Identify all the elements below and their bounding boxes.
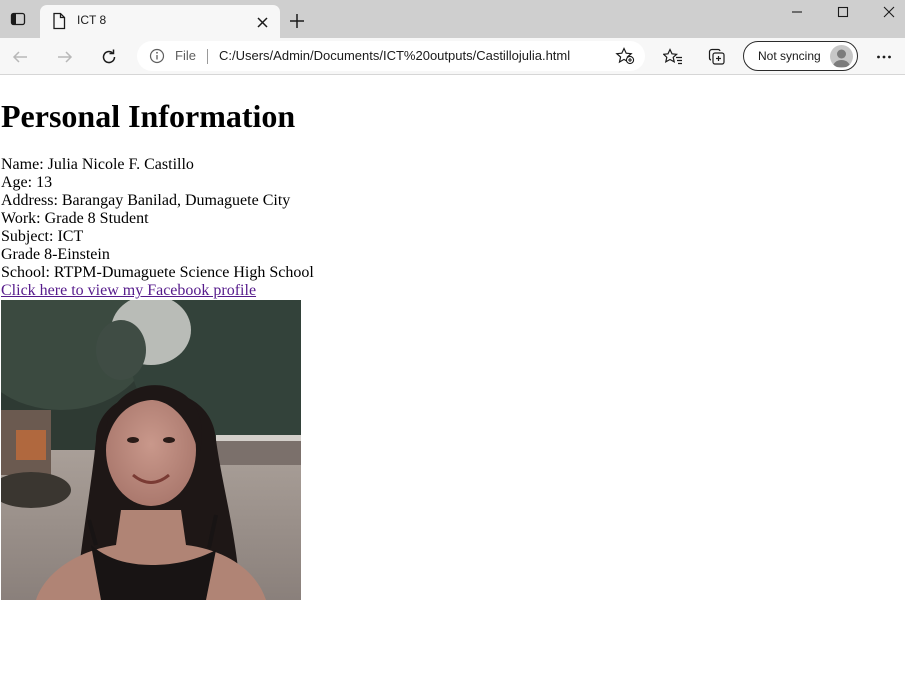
tab-title: ICT 8 [77,13,107,27]
plus-icon [290,14,304,28]
address-line: Address: Barangay Banilad, Dumaguete Cit… [1,192,291,209]
back-arrow-icon [12,51,27,63]
sync-status-label: Not syncing [758,49,821,63]
page-content: Personal Information Name: Julia Nicole … [0,76,905,693]
favorites-icon [663,48,682,65]
maximize-button[interactable] [820,0,866,24]
close-icon [256,16,268,28]
refresh-icon [102,49,116,64]
grade-section-line: Grade 8-Einstein [1,246,110,263]
profile-photo [1,300,301,600]
page-icon [52,12,66,35]
user-avatar-icon [833,49,850,67]
facebook-profile-link[interactable]: Click here to view my Facebook profile [1,282,256,299]
browser-toolbar: File C:/Users/Admin/Documents/ICT%20outp… [0,38,905,75]
school-line: School: RTPM-Dumaguete Science High Scho… [1,264,314,281]
close-window-button[interactable] [866,0,905,24]
name-line: Name: Julia Nicole F. Castillo [1,156,194,173]
work-line: Work: Grade 8 Student [1,210,149,227]
star-add-icon [615,47,635,65]
info-icon[interactable] [149,48,165,69]
active-tab[interactable]: ICT 8 [40,5,280,38]
address-separator [207,49,208,64]
new-tab-button[interactable] [286,10,308,32]
close-tab-button[interactable] [253,13,271,31]
profile-sync-button[interactable]: Not syncing [743,41,858,71]
add-favorite-button[interactable] [615,47,635,70]
maximize-icon [837,6,849,18]
avatar [830,45,853,68]
forward-button[interactable] [51,43,79,71]
settings-more-button[interactable] [870,43,898,71]
protocol-label: File [175,48,196,63]
minimize-button[interactable] [774,0,820,24]
page-heading: Personal Information [1,98,296,134]
url-text[interactable]: C:/Users/Admin/Documents/ICT%20outputs/C… [219,48,570,63]
collections-icon [708,48,725,65]
address-bar[interactable]: File C:/Users/Admin/Documents/ICT%20outp… [137,41,645,71]
favorites-button[interactable] [659,43,687,71]
back-button[interactable] [6,43,34,71]
personal-info-list: Name: Julia Nicole F. Castillo Age: 13 A… [1,156,314,300]
more-dots-icon [877,55,891,59]
subject-line: Subject: ICT [1,228,84,245]
close-window-icon [883,6,895,18]
collections-button[interactable] [703,43,731,71]
minimize-icon [792,11,802,13]
tab-actions-button[interactable] [0,0,36,38]
tab-actions-icon [10,12,26,26]
forward-arrow-icon [58,51,73,63]
title-bar: ICT 8 [0,0,905,38]
refresh-button[interactable] [95,43,123,71]
age-line: Age: 13 [1,174,53,191]
